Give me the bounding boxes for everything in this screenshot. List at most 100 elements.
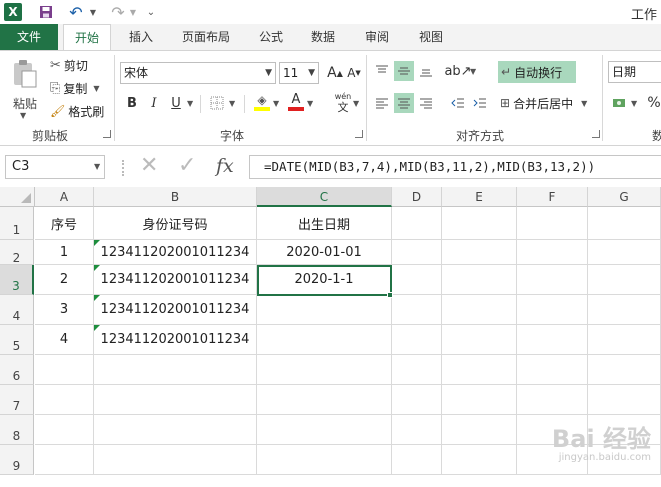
merge-center-button[interactable]: ⊞ 合并后居中 ▼ [500,93,587,113]
tab-page-layout[interactable]: 页面布局 [174,24,238,50]
empty-cell[interactable] [94,415,257,445]
row-header-8[interactable]: 8 [0,415,34,445]
font-size-select[interactable]: 11 ▼ [279,62,319,84]
tab-review[interactable]: 审阅 [354,24,400,50]
empty-cell[interactable] [517,207,588,240]
empty-cell[interactable] [442,325,517,355]
align-right-button[interactable] [416,93,436,113]
phonetic-dropdown-icon[interactable]: ▼ [353,99,359,108]
align-center-button[interactable] [394,93,414,113]
font-color-button[interactable]: A [286,92,306,112]
tab-file[interactable]: 文件 [0,24,58,50]
empty-cell[interactable] [442,415,517,445]
font-color-dropdown-icon[interactable]: ▼ [307,99,313,108]
row-header-9[interactable]: 9 [0,445,34,475]
underline-dropdown-icon[interactable]: ▼ [187,99,193,108]
name-box-dropdown-icon[interactable]: ▼ [94,162,100,171]
grow-font-button[interactable]: A ▲ [325,63,345,83]
select-all-corner[interactable] [0,187,35,207]
undo-icon[interactable]: ↶ [66,2,86,22]
column-header-c[interactable]: C [257,187,392,207]
redo-dropdown-icon[interactable]: ▼ [128,2,138,22]
align-left-button[interactable] [372,93,392,113]
row-header-5[interactable]: 5 [0,325,34,355]
alignment-launcher-icon[interactable] [592,130,600,138]
fill-color-button[interactable]: ◈ [252,92,272,112]
empty-cell[interactable] [517,240,588,265]
empty-cell[interactable] [35,415,94,445]
empty-cell[interactable] [588,325,661,355]
row-header-2[interactable]: 2 [0,240,34,265]
empty-cell[interactable] [392,325,442,355]
empty-cell[interactable] [442,385,517,415]
tab-data[interactable]: 数据 [300,24,346,50]
insert-function-icon[interactable]: fx [216,154,234,178]
row-header-7[interactable]: 7 [0,385,34,415]
cell-c5[interactable] [257,325,392,355]
empty-cell[interactable] [588,265,661,295]
empty-cell[interactable] [392,240,442,265]
borders-dropdown-icon[interactable]: ▼ [229,99,235,108]
empty-cell[interactable] [257,355,392,385]
empty-cell[interactable] [588,240,661,265]
tab-home[interactable]: 开始 [63,24,111,50]
tab-insert[interactable]: 插入 [118,24,164,50]
empty-cell[interactable] [35,355,94,385]
empty-cell[interactable] [442,240,517,265]
empty-cell[interactable] [517,355,588,385]
copy-button[interactable]: ⎘ 复制 ▼ [50,79,100,97]
cell-a3[interactable]: 2 [35,265,94,295]
font-launcher-icon[interactable] [355,130,363,138]
column-header-b[interactable]: B [94,187,257,207]
cell-a2[interactable]: 1 [35,240,94,265]
empty-cell[interactable] [517,385,588,415]
row-header-1[interactable]: 1 [0,207,34,240]
accounting-dropdown-icon[interactable]: ▼ [631,99,637,108]
format-painter-button[interactable]: 🖌 格式刷 [50,102,104,120]
empty-cell[interactable] [392,445,442,475]
empty-cell[interactable] [392,415,442,445]
clipboard-launcher-icon[interactable] [103,130,111,138]
cell-b5[interactable]: 123411202001011234 [94,325,257,355]
paste-button[interactable]: 粘贴 ▼ [8,57,42,120]
empty-cell[interactable] [94,385,257,415]
shrink-font-button[interactable]: A ▼ [344,63,364,83]
empty-cell[interactable] [517,265,588,295]
cell-a1[interactable]: 序号 [35,207,94,240]
empty-cell[interactable] [392,265,442,295]
orientation-dropdown-icon[interactable]: ▼ [470,67,476,76]
empty-cell[interactable] [588,295,661,325]
empty-cell[interactable] [392,385,442,415]
empty-cell[interactable] [94,355,257,385]
increase-indent-button[interactable] [470,93,490,113]
italic-button[interactable]: I [144,93,164,113]
decrease-indent-button[interactable] [448,93,468,113]
cut-button[interactable]: ✂ 剪切 [50,56,88,74]
number-format-select[interactable]: 日期 [608,61,661,83]
font-name-select[interactable]: 宋体 ▼ [120,62,276,84]
column-header-d[interactable]: D [392,187,442,207]
cell-b4[interactable]: 123411202001011234 [94,295,257,325]
formula-input[interactable]: =DATE(MID(B3,7,4),MID(B3,11,2),MID(B3,13… [249,155,661,179]
cell-b3[interactable]: 123411202001011234 [94,265,257,295]
column-header-f[interactable]: F [517,187,588,207]
column-header-a[interactable]: A [35,187,94,207]
undo-dropdown-icon[interactable]: ▼ [88,2,98,22]
empty-cell[interactable] [588,207,661,240]
empty-cell[interactable] [35,385,94,415]
empty-cell[interactable] [257,415,392,445]
empty-cell[interactable] [517,325,588,355]
cell-b1[interactable]: 身份证号码 [94,207,257,240]
cell-c2[interactable]: 2020-01-01 [257,240,392,265]
empty-cell[interactable] [442,265,517,295]
wrap-text-button[interactable]: ↵ 自动换行 [498,61,576,83]
empty-cell[interactable] [442,207,517,240]
empty-cell[interactable] [392,207,442,240]
save-icon[interactable] [36,2,56,22]
tab-formulas[interactable]: 公式 [248,24,294,50]
empty-cell[interactable] [442,355,517,385]
orientation-button[interactable]: ab↗ [444,61,471,81]
redo-icon[interactable]: ↷ [108,2,128,22]
align-bottom-button[interactable] [416,61,436,81]
accounting-format-button[interactable] [610,93,630,113]
